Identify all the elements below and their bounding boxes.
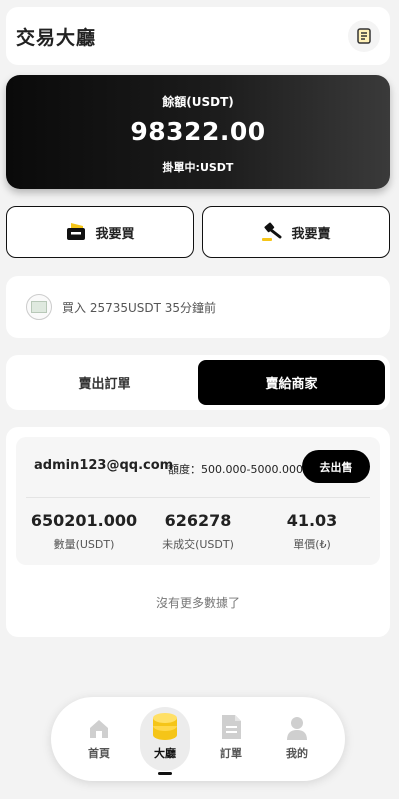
tab-sell-orders[interactable]: 賣出訂單 (11, 360, 198, 405)
nav-item-orders[interactable]: 訂單 (206, 711, 256, 761)
list-item: admin123@qq.com 額度：500.000-5000.000 去出售 … (16, 437, 380, 565)
wallet-icon (67, 223, 86, 240)
recent-trade-text: 買入 25735USDT 35分鐘前 (62, 300, 217, 315)
home-icon (90, 720, 108, 738)
nav-item-profile[interactable]: 我的 (272, 711, 322, 761)
tab-sell-to-merchant[interactable]: 賣給商家 (198, 360, 385, 405)
stat-quantity: 650201.000 數量(USDT) (24, 511, 144, 552)
stat-label: 單價(₺) (293, 538, 331, 551)
stat-value: 626278 (164, 511, 232, 530)
go-sell-button[interactable]: 去出售 (302, 450, 370, 483)
page-header: 交易大廳 (6, 7, 390, 65)
orders-icon (222, 715, 241, 739)
nav-label: 訂單 (220, 747, 242, 760)
stat-value: 41.03 (286, 511, 338, 530)
sell-button[interactable]: 我要賣 (202, 206, 390, 258)
merchant-list: admin123@qq.com 額度：500.000-5000.000 去出售 … (6, 427, 390, 637)
gavel-icon (262, 222, 282, 241)
divider (26, 497, 370, 498)
stat-unfilled: 626278 未成交(USDT) (138, 511, 258, 552)
balance-amount: 98322.00 (130, 117, 266, 146)
merchant-email: admin123@qq.com (34, 458, 174, 473)
bottom-nav: 首頁 大廳 訂單 我的 (51, 697, 345, 781)
document-button[interactable] (348, 20, 380, 52)
nav-label: 首頁 (88, 747, 110, 760)
nav-item-lobby[interactable]: 大廳 (140, 711, 190, 761)
pending-orders-text: 掛單中:USDT (162, 161, 234, 174)
sell-label: 我要賣 (291, 226, 331, 242)
buy-button[interactable]: 我要買 (6, 206, 194, 258)
balance-card: 餘額(USDT) 98322.00 掛單中:USDT (6, 75, 390, 189)
recent-trade-ticker: 買入 25735USDT 35分鐘前 (6, 276, 390, 338)
active-nav-indicator (158, 772, 172, 775)
nav-item-home[interactable]: 首頁 (74, 711, 124, 761)
stat-unit-price: 41.03 單價(₺) (252, 511, 372, 552)
document-icon (357, 28, 371, 44)
stat-value: 650201.000 (30, 511, 138, 530)
buy-label: 我要買 (95, 226, 135, 242)
stat-label: 未成交(USDT) (162, 538, 234, 551)
user-icon (287, 717, 307, 740)
balance-label: 餘額(USDT) (162, 95, 234, 109)
merchant-quota: 額度：500.000-5000.000 (168, 463, 303, 476)
nav-label: 我的 (286, 747, 308, 760)
no-more-data-text: 沒有更多數據了 (155, 596, 240, 610)
nav-label: 大廳 (154, 747, 176, 760)
coins-icon (153, 713, 177, 740)
avatar (26, 294, 52, 320)
page-title: 交易大廳 (16, 26, 97, 49)
stat-label: 數量(USDT) (53, 538, 115, 551)
order-tabs: 賣出訂單 賣給商家 (6, 355, 390, 410)
